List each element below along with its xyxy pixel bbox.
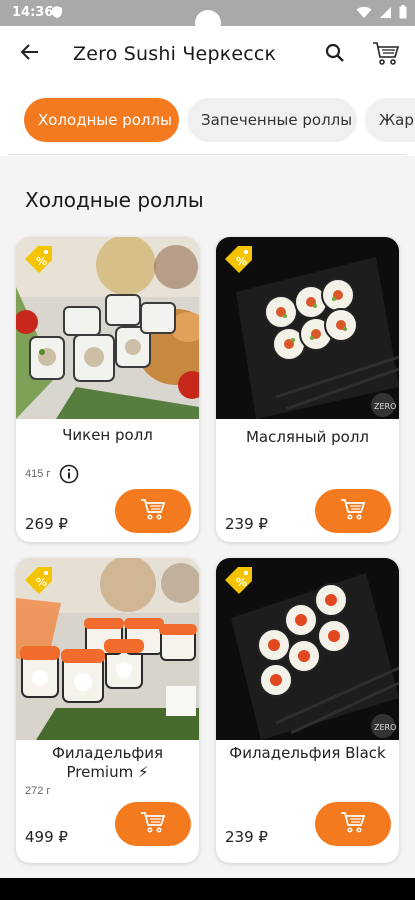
- cart-icon: [340, 497, 366, 526]
- product-price: 239 ₽: [225, 515, 268, 533]
- cart-icon: [372, 40, 400, 71]
- signal-icon: [379, 6, 392, 24]
- section-title: Холодные роллы: [25, 188, 204, 212]
- product-name: Филадельфия Premium ⚡: [51, 744, 164, 781]
- cart-icon: [340, 810, 366, 839]
- tabs-divider: [8, 154, 407, 155]
- product-image: %: [16, 237, 199, 419]
- add-to-cart-button[interactable]: [115, 802, 191, 846]
- discount-tag-icon: %: [222, 564, 256, 598]
- product-weight: 415 г: [25, 468, 51, 480]
- svg-text:ZERO: ZERO: [374, 723, 396, 732]
- svg-text:%: %: [36, 576, 47, 589]
- svg-text:ZERO: ZERO: [374, 402, 396, 411]
- add-to-cart-button[interactable]: [115, 489, 191, 533]
- tab-cold-rolls[interactable]: Холодные роллы: [24, 98, 179, 142]
- shield-icon: [51, 5, 63, 24]
- discount-tag-icon: %: [22, 243, 56, 277]
- product-price: 269 ₽: [25, 515, 68, 533]
- search-button[interactable]: [320, 40, 350, 70]
- system-nav-bar: [0, 878, 415, 900]
- arrow-left-icon: [20, 42, 40, 67]
- product-card[interactable]: % Филадельфия Premium ⚡ 272 г 499 ₽: [16, 558, 199, 863]
- product-card[interactable]: % Чикен ролл 415 г 269 ₽: [16, 237, 199, 542]
- svg-text:%: %: [236, 255, 247, 268]
- product-card[interactable]: ZERO % Масляный ролл 239 ₽: [216, 237, 399, 542]
- product-name: Чикен ролл: [62, 426, 153, 444]
- search-icon: [325, 43, 345, 68]
- tab-baked-rolls[interactable]: Запеченные роллы: [187, 98, 357, 142]
- status-icons: [356, 5, 407, 24]
- product-image: ZERO %: [216, 237, 399, 419]
- product-price: 239 ₽: [225, 828, 268, 846]
- product-name: Масляный ролл: [245, 428, 370, 446]
- app-bar: Zero Sushi Черкесск: [0, 26, 415, 84]
- tab-fried-rolls[interactable]: Жар: [365, 98, 415, 142]
- add-to-cart-button[interactable]: [315, 802, 391, 846]
- cart-icon: [140, 810, 166, 839]
- status-time: 14:36: [12, 5, 54, 20]
- discount-tag-icon: %: [22, 564, 56, 598]
- cart-icon: [140, 497, 166, 526]
- back-button[interactable]: [16, 40, 44, 68]
- svg-text:%: %: [36, 255, 47, 268]
- battery-icon: [399, 5, 407, 24]
- product-image: ZERO %: [216, 558, 399, 740]
- product-image: %: [16, 558, 199, 740]
- wifi-icon: [356, 6, 372, 24]
- product-card[interactable]: ZERO % Филадельфия Black 239 ₽: [216, 558, 399, 863]
- product-weight: 272 г: [25, 785, 51, 797]
- status-bar: 14:36: [0, 0, 415, 36]
- add-to-cart-button[interactable]: [315, 489, 391, 533]
- info-icon[interactable]: [59, 464, 79, 484]
- product-price: 499 ₽: [25, 828, 68, 846]
- cart-button[interactable]: [370, 39, 402, 71]
- discount-tag-icon: %: [222, 243, 256, 277]
- svg-text:%: %: [236, 576, 247, 589]
- page-title: Zero Sushi Черкесск: [73, 43, 277, 65]
- category-tabs: Холодные роллы Запеченные роллы Жар: [0, 84, 415, 156]
- product-name: Филадельфия Black: [229, 744, 386, 762]
